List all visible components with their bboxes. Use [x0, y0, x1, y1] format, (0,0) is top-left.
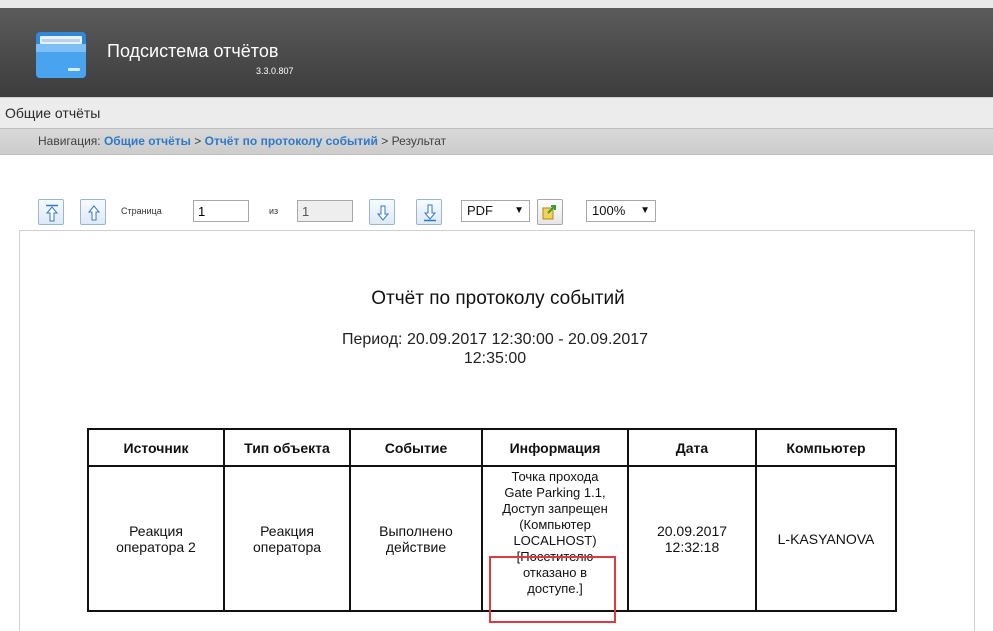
breadcrumb-prefix: Навигация: — [38, 134, 101, 148]
last-page-icon — [423, 204, 437, 222]
zoom-select[interactable]: 100% ▼ — [586, 200, 656, 222]
cell-text: (Компьютер — [519, 517, 591, 532]
breadcrumb-separator: > — [381, 134, 389, 148]
cell-text: оператора — [252, 538, 322, 555]
cell-object-type: Реакция оператора — [223, 465, 351, 612]
cell-text: Точка прохода — [511, 469, 599, 484]
export-button[interactable] — [537, 199, 563, 225]
next-page-button[interactable] — [369, 199, 395, 225]
column-header-event: Событие — [349, 428, 483, 467]
breadcrumb-link-event-log-report[interactable]: Отчёт по протоколу событий — [205, 134, 378, 148]
export-icon — [542, 205, 556, 220]
report-period-line-2: 12:35:00 — [463, 350, 527, 367]
app-header: Подсистема отчётов 3.3.0.807 — [0, 0, 993, 97]
breadcrumb-current: Результат — [391, 134, 447, 148]
zoom-value: 100% — [592, 203, 626, 218]
cell-text: 20.09.2017 — [656, 522, 728, 539]
cell-text: Доступ запрещен — [502, 501, 608, 516]
section-bar: Общие отчёты — [0, 97, 993, 128]
section-title: Общие отчёты — [5, 105, 101, 121]
folder-icon — [36, 32, 86, 78]
cell-text: оператора 2 — [116, 538, 196, 555]
page-number-input[interactable] — [193, 200, 249, 222]
breadcrumb: Навигация: Общие отчёты > Отчёт по прото… — [0, 128, 993, 155]
report-period: Период: 20.09.2017 12:30:00 - 20.09.2017… — [305, 330, 685, 368]
cell-computer: L-KASYANOVA — [755, 465, 897, 612]
report-title: Отчёт по протоколу событий — [371, 288, 625, 309]
column-header-computer: Компьютер — [755, 428, 897, 467]
chevron-down-icon: ▼ — [514, 205, 524, 216]
cell-text: Gate Parking 1.1, — [504, 485, 606, 500]
cell-text: LOCALHOST) — [513, 533, 597, 548]
cell-text: 12:32:18 — [664, 538, 720, 555]
cell-date: 20.09.2017 12:32:18 — [627, 465, 757, 612]
chevron-down-icon: ▼ — [640, 205, 650, 216]
export-format-select[interactable]: PDF ▼ — [461, 200, 530, 222]
first-page-icon — [45, 204, 59, 222]
report-toolbar: Страница из PDF ▼ 100% ▼ — [0, 196, 993, 228]
cell-text: Выполнено — [379, 522, 453, 539]
cell-source: Реакция оператора 2 — [87, 465, 225, 612]
cell-text: Реакция — [129, 522, 183, 539]
export-format-value: PDF — [467, 203, 493, 218]
report-viewer-window: Подсистема отчётов 3.3.0.807 Общие отчёт… — [0, 0, 993, 631]
last-page-button[interactable] — [416, 199, 442, 225]
column-header-object-type: Тип объекта — [223, 428, 351, 467]
previous-page-button[interactable] — [80, 199, 106, 225]
column-header-source: Источник — [87, 428, 225, 467]
highlight-annotation-box — [489, 556, 616, 623]
total-pages-field — [297, 200, 353, 222]
cell-text: действие — [385, 538, 447, 555]
report-page: Отчёт по протоколу событий Период: 20.09… — [19, 230, 975, 631]
report-period-line-1: Период: 20.09.2017 12:30:00 - 20.09.2017 — [341, 331, 649, 348]
breadcrumb-link-general-reports[interactable]: Общие отчёты — [104, 134, 191, 148]
cell-text: Реакция — [260, 522, 314, 539]
of-label: из — [269, 206, 279, 216]
page-label: Страница — [121, 206, 162, 216]
breadcrumb-separator: > — [194, 134, 202, 148]
app-title: Подсистема отчётов — [107, 41, 279, 61]
arrow-down-icon — [376, 205, 390, 221]
table-header-row: Источник Тип объекта Событие Информация … — [87, 428, 897, 467]
cell-event: Выполнено действие — [349, 465, 483, 612]
column-header-info: Информация — [481, 428, 629, 467]
column-header-date: Дата — [627, 428, 757, 467]
arrow-up-icon — [87, 205, 101, 221]
first-page-button[interactable] — [38, 199, 64, 225]
app-version: 3.3.0.807 — [256, 66, 294, 76]
